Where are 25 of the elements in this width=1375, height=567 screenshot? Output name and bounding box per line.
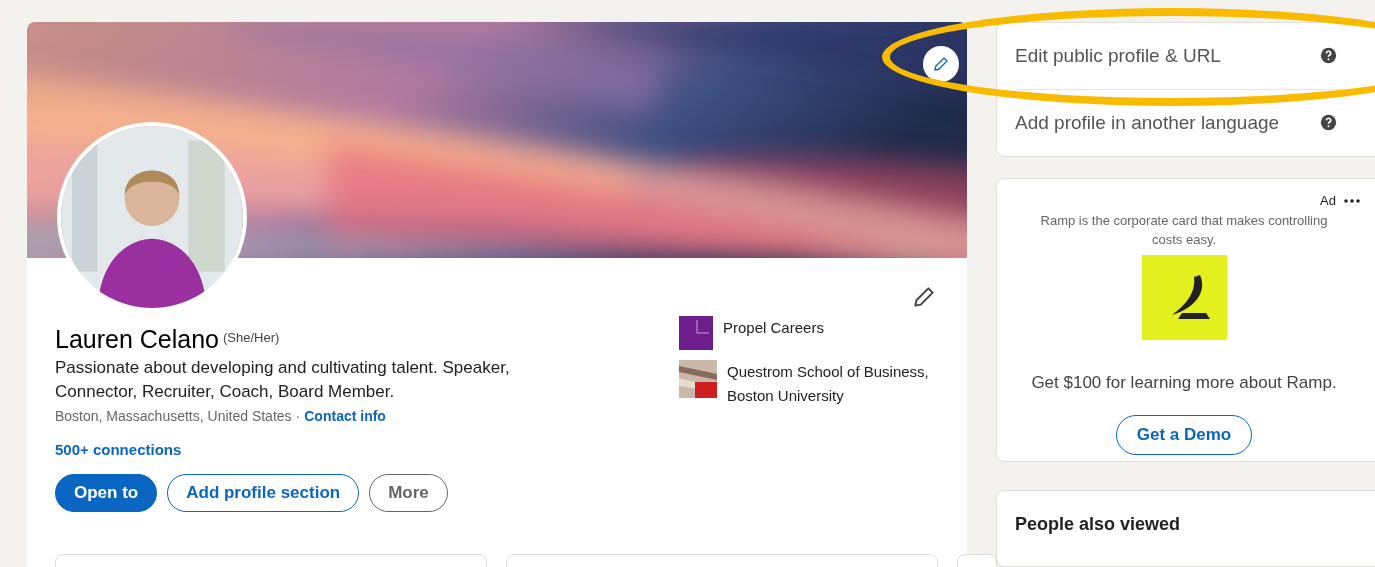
affiliation-name[interactable]: Propel Careers xyxy=(723,316,963,340)
help-icon[interactable] xyxy=(1320,114,1337,132)
headline: Passionate about developing and cultivating talent. Speaker, Connector, Recruiter, Coach, Board Member. xyxy=(55,357,511,403)
more-options-icon[interactable] xyxy=(1344,198,1360,203)
action-button[interactable]: More xyxy=(369,473,448,512)
location: Boston, Massachusetts, United States xyxy=(55,407,292,426)
action-button[interactable]: Open to xyxy=(55,473,158,512)
edit-pencil-icon[interactable] xyxy=(932,55,950,73)
profile-name: Lauren Celano xyxy=(55,324,219,354)
settings-link[interactable]: Edit public profile & URL xyxy=(1015,41,1221,70)
company-logo xyxy=(679,316,713,350)
connections-link[interactable]: 500+ connections xyxy=(55,439,607,462)
ad-label: Ad xyxy=(1320,192,1336,210)
ad-description: Ramp is the corporate card that makes controlling costs easy. xyxy=(1039,211,1329,249)
school-logo xyxy=(679,360,717,398)
separator: · xyxy=(295,407,301,426)
settings-link[interactable]: Add profile in another language xyxy=(1015,108,1280,137)
action-button[interactable]: Add profile section xyxy=(167,473,360,512)
section-title: People also viewed xyxy=(1015,514,1181,535)
ad-offer: Get $100 for learning more about Ramp. xyxy=(1031,371,1338,394)
edit-pencil-icon[interactable] xyxy=(911,284,937,310)
help-icon[interactable] xyxy=(1320,47,1337,65)
pronouns: (She/Her) xyxy=(223,329,280,347)
affiliation-name[interactable]: Questrom School of Business, Boston University xyxy=(727,360,967,408)
contact-info-link[interactable]: Contact info xyxy=(304,406,386,427)
